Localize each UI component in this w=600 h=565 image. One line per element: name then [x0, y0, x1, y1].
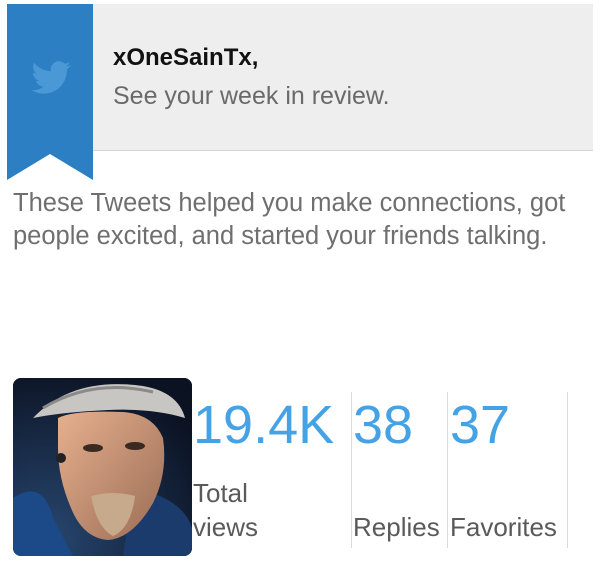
summary-text: These Tweets helped you make connections…	[13, 189, 566, 250]
stat-label-line: Replies	[353, 512, 440, 542]
page-title: xOneSainTx,	[113, 44, 259, 71]
stat-favorites: 37 Favorites	[450, 390, 568, 552]
avatar[interactable]	[13, 378, 192, 556]
stat-label-line: views	[193, 512, 259, 542]
stat-divider	[351, 392, 352, 548]
stat-divider	[567, 392, 568, 548]
stat-value: 37	[450, 395, 511, 455]
stat-divider	[447, 392, 448, 548]
header-band	[7, 4, 593, 151]
stat-total-views: 19.4K Total views	[193, 390, 349, 552]
stat-value: 19.4K	[193, 395, 335, 455]
stat-replies: 38 Replies	[353, 390, 446, 552]
page-subtitle: See your week in review.	[113, 82, 390, 110]
stat-label-line: Total	[193, 478, 248, 508]
stat-label-line: Favorites	[450, 512, 557, 542]
stat-value: 38	[353, 395, 414, 455]
ribbon-bookmark	[7, 4, 93, 180]
